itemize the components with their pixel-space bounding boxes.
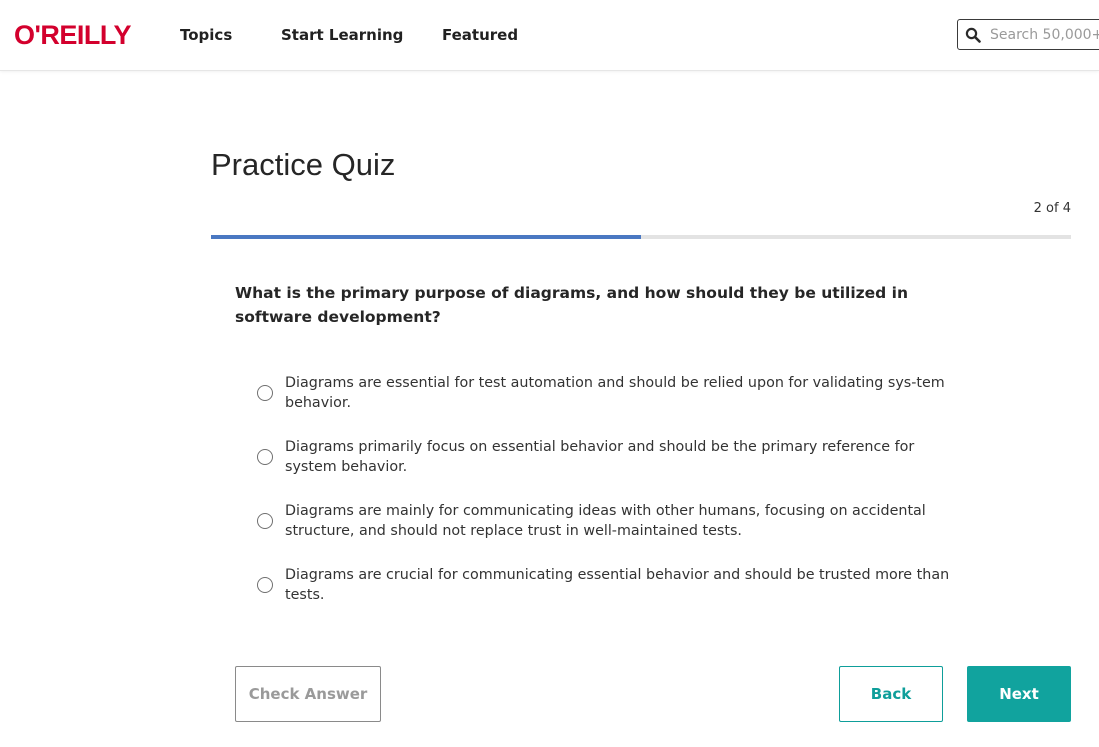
answer-option-label: Diagrams are crucial for communicating e… [285,567,950,603]
page-title: Practice Quiz [211,147,396,182]
progress-bar-fill [211,235,641,239]
nav-featured[interactable]: Featured [442,25,518,45]
search-box[interactable] [957,19,1099,50]
next-button[interactable]: Next [967,666,1071,722]
answer-option-label: Diagrams are essential for test automati… [285,375,945,411]
answer-option-label: Diagrams are mainly for communicating id… [285,503,926,539]
check-answer-button[interactable]: Check Answer [235,666,381,722]
nav-start-learning[interactable]: Start Learning [281,25,403,45]
progress-bar [211,235,1071,239]
radio-button[interactable] [257,577,273,593]
nav-topics[interactable]: Topics [180,25,232,45]
question-text: What is the primary purpose of diagrams,… [235,284,909,326]
oreilly-logo[interactable]: O'REILLY [14,20,131,50]
answer-option-label: Diagrams primarily focus on essential be… [285,439,915,475]
radio-button[interactable] [257,449,273,465]
radio-button[interactable] [257,385,273,401]
progress-label: 2 of 4 [1033,201,1071,216]
search-icon[interactable] [965,27,981,43]
search-input[interactable] [988,24,1099,46]
site-header: O'REILLY Topics Start Learning Featured [0,0,1099,71]
back-button[interactable]: Back [839,666,943,722]
radio-button[interactable] [257,513,273,529]
